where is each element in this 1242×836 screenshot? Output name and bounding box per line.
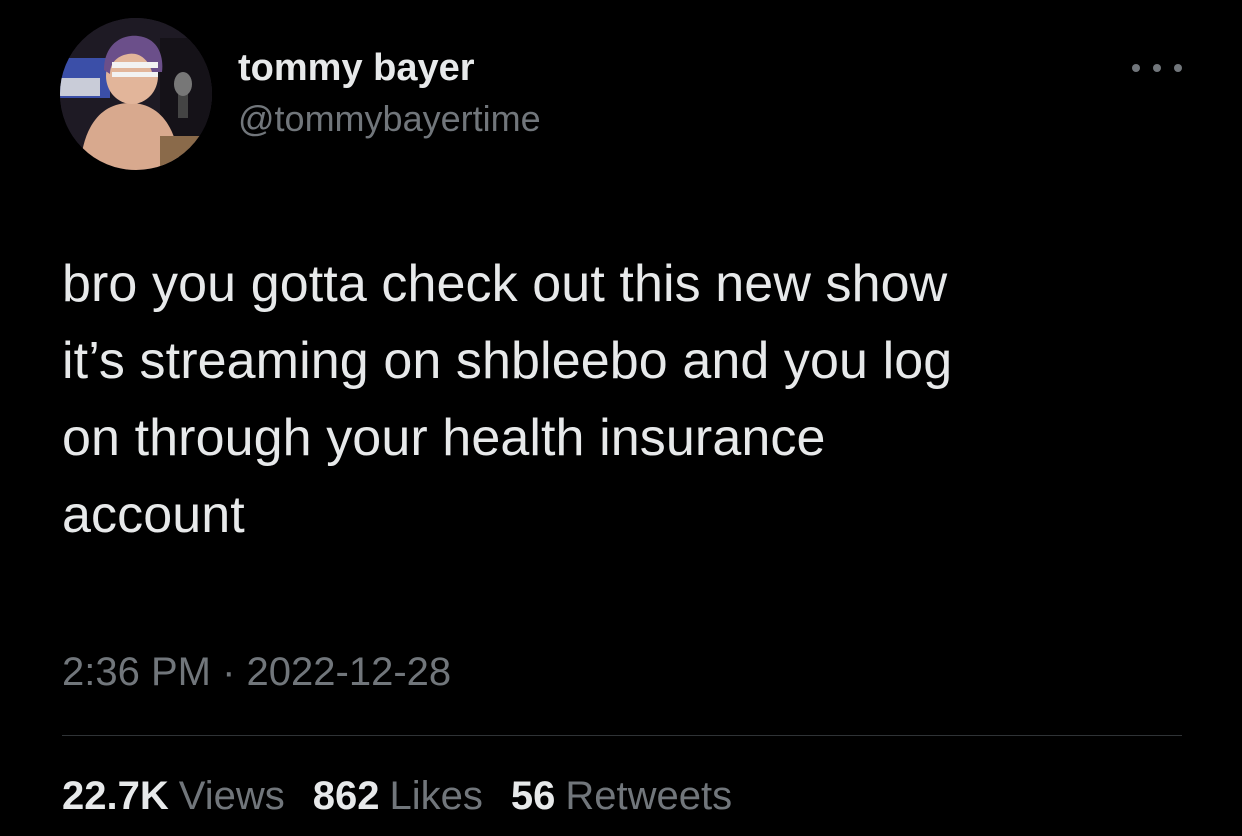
tweet-timestamp[interactable]: 2:36 PM · 2022-12-28 — [62, 648, 451, 696]
divider — [62, 735, 1182, 736]
author-handle[interactable]: @tommybayertime — [238, 98, 541, 140]
views-count: 22.7K — [62, 774, 169, 818]
more-dot — [1174, 64, 1182, 72]
likes-stat[interactable]: 862 Likes — [313, 772, 483, 820]
author-display-name[interactable]: tommy bayer — [238, 46, 541, 90]
more-dot — [1132, 64, 1140, 72]
more-dot — [1153, 64, 1161, 72]
tweet-date: 2022-12-28 — [246, 650, 452, 694]
likes-label: Likes — [389, 774, 483, 818]
views-stat[interactable]: 22.7K Views — [62, 772, 285, 820]
timestamp-separator: · — [222, 650, 236, 694]
tweet: tommy bayer @tommybayertime bro you gott… — [0, 0, 1242, 836]
author-info: tommy bayer @tommybayertime — [238, 46, 541, 140]
views-label: Views — [178, 774, 285, 818]
retweets-stat[interactable]: 56 Retweets — [511, 772, 732, 820]
avatar[interactable] — [60, 18, 212, 170]
tweet-stats: 22.7K Views 862 Likes 56 Retweets — [62, 772, 732, 820]
retweets-count: 56 — [510, 774, 556, 818]
retweets-label: Retweets — [565, 774, 733, 818]
tweet-text: bro you gotta check out this new show it… — [62, 255, 953, 544]
avatar-image — [60, 18, 212, 170]
more-horizontal-icon[interactable] — [1132, 58, 1182, 78]
tweet-time: 2:36 PM — [62, 650, 211, 694]
likes-count: 862 — [312, 774, 380, 818]
